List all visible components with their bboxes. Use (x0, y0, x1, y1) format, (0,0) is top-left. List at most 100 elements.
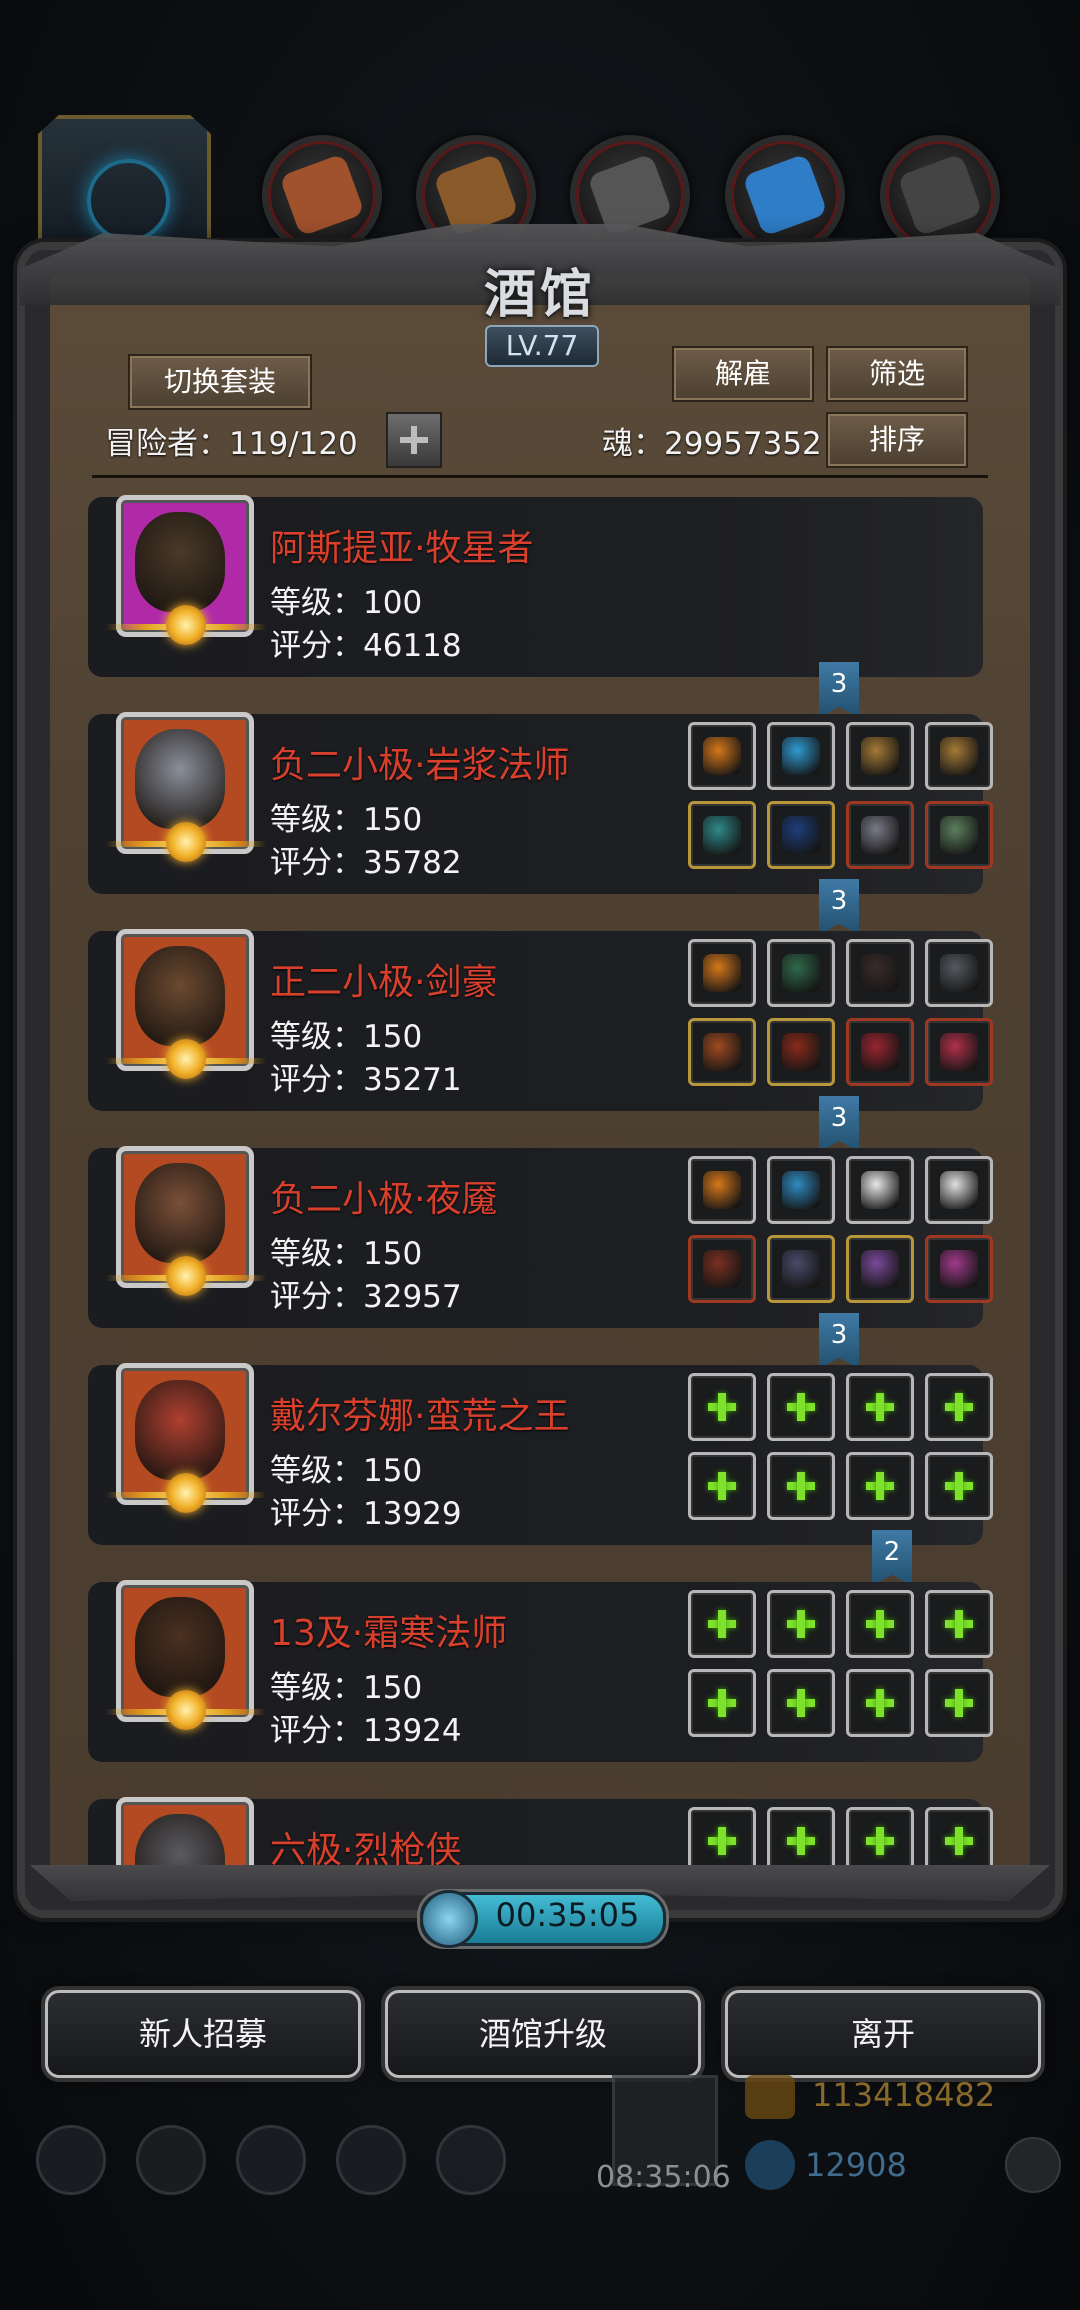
adventurer-level: 等级：150 (270, 1019, 423, 1055)
recruit-button[interactable]: 新人招募 (45, 1990, 361, 2078)
equipment-slot[interactable] (688, 722, 756, 790)
dismiss-button[interactable]: 解雇 (672, 346, 814, 402)
expand-capacity-button[interactable] (386, 412, 442, 468)
set-count-ribbon: 3 (819, 1313, 859, 1369)
empty-slot-add-button[interactable] (767, 1590, 835, 1658)
equipment-item-icon (940, 954, 978, 992)
equipment-slot[interactable] (846, 722, 914, 790)
empty-slot-add-button[interactable] (925, 1590, 993, 1658)
adventurer-name: 负二小极·夜魇 (270, 1179, 498, 1220)
equipment-slot[interactable] (688, 1156, 756, 1224)
equipment-item-icon (782, 954, 820, 992)
plus-icon (866, 1827, 894, 1855)
equipment-item-icon (782, 737, 820, 775)
adventurer-list[interactable]: 阿斯提亚·牧星者 等级：100 评分：46118 3 负二小极·岩浆法师 等级：150 评分… (60, 480, 1015, 1865)
equipment-slot[interactable] (846, 1235, 914, 1303)
adventurer-card[interactable]: 戴尔芬娜·蛮荒之王 等级：150 评分：13929 (88, 1363, 993, 1545)
empty-slot-add-button[interactable] (688, 1590, 756, 1658)
equipment-slot[interactable] (925, 939, 993, 1007)
equipment-slot[interactable] (767, 1235, 835, 1303)
equipment-slot[interactable] (846, 1018, 914, 1086)
adventurer-card[interactable]: 负二小极·夜魇 等级：150 评分：32957 (88, 1146, 993, 1328)
equipment-slot[interactable] (767, 1156, 835, 1224)
settings-icon[interactable] (36, 2125, 106, 2195)
achievement-icon[interactable] (136, 2125, 206, 2195)
plus-icon (945, 1827, 973, 1855)
equipment-slot[interactable] (688, 801, 756, 869)
equipment-slot[interactable] (688, 1235, 756, 1303)
empty-slot-add-button[interactable] (846, 1669, 914, 1737)
equipment-slots (688, 1590, 993, 1750)
plus-icon (787, 1827, 815, 1855)
empty-slot-add-button[interactable] (846, 1452, 914, 1520)
equipment-item-icon (703, 954, 741, 992)
category-tab-4[interactable] (725, 135, 845, 255)
empty-slot-add-button[interactable] (846, 1590, 914, 1658)
castle-icon[interactable] (236, 2125, 306, 2195)
empty-slot-add-button[interactable] (688, 1807, 756, 1865)
adventurer-score: 评分：35782 (270, 845, 462, 881)
leave-button[interactable]: 离开 (725, 1990, 1041, 2078)
adventurer-level: 等级：150 (270, 802, 423, 838)
adventurer-card[interactable]: 阿斯提亚·牧星者 等级：100 评分：46118 (88, 495, 983, 677)
adventurer-card[interactable]: 正二小极·剑豪 等级：150 评分：35271 (88, 929, 993, 1111)
empty-slot-add-button[interactable] (846, 1807, 914, 1865)
plus-icon (945, 1393, 973, 1421)
plus-icon (708, 1393, 736, 1421)
plus-icon (708, 1472, 736, 1500)
adventurer-portrait[interactable] (116, 1797, 254, 1865)
empty-slot-add-button[interactable] (767, 1452, 835, 1520)
empty-slot-add-button[interactable] (767, 1669, 835, 1737)
adventurer-card[interactable]: 负二小极·岩浆法师 等级：150 评分：35782 (88, 712, 993, 894)
mail-icon[interactable] (336, 2125, 406, 2195)
empty-slot-add-button[interactable] (767, 1373, 835, 1441)
empty-slot-add-button[interactable] (925, 1669, 993, 1737)
empty-slot-add-button[interactable] (925, 1452, 993, 1520)
equipment-item-icon (782, 816, 820, 854)
equipment-slots (688, 1156, 993, 1316)
adventurer-card[interactable]: 13及·霜寒法师 等级：150 评分：13924 (88, 1580, 993, 1762)
adventurer-level: 等级：100 (270, 585, 423, 621)
empty-slot-add-button[interactable] (688, 1452, 756, 1520)
plus-icon (787, 1472, 815, 1500)
equipment-slot[interactable] (925, 801, 993, 869)
adventurer-face (135, 512, 225, 612)
equipment-slot[interactable] (767, 801, 835, 869)
adventurer-face (135, 946, 225, 1046)
equipment-slot[interactable] (925, 1235, 993, 1303)
adventurer-score: 评分：35271 (270, 1062, 462, 1098)
switch-set-button[interactable]: 切换套装 (128, 354, 312, 410)
empty-slot-add-button[interactable] (925, 1373, 993, 1441)
empty-slot-add-button[interactable] (767, 1807, 835, 1865)
category-tab-1[interactable] (262, 135, 382, 255)
empty-slot-add-button[interactable] (846, 1373, 914, 1441)
equipment-slot[interactable] (767, 1018, 835, 1086)
equipment-slot[interactable] (688, 939, 756, 1007)
equipment-slot[interactable] (925, 722, 993, 790)
empty-slot-add-button[interactable] (925, 1807, 993, 1865)
set-count-ribbon: 3 (819, 1096, 859, 1152)
empty-slot-add-button[interactable] (688, 1373, 756, 1441)
equipment-slot[interactable] (925, 1156, 993, 1224)
equipment-item-icon (703, 816, 741, 854)
set-count-ribbon: 3 (819, 879, 859, 935)
equipment-slot[interactable] (846, 801, 914, 869)
equipment-slot[interactable] (688, 1018, 756, 1086)
adventurer-name: 阿斯提亚·牧星者 (270, 528, 534, 569)
filter-button[interactable]: 筛选 (826, 346, 968, 402)
equipment-slot[interactable] (767, 939, 835, 1007)
equipment-item-icon (782, 1033, 820, 1071)
equipment-slot[interactable] (925, 1018, 993, 1086)
rank-emblem-icon (106, 605, 266, 645)
inventory-icon[interactable] (436, 2125, 506, 2195)
equipment-item-icon (940, 816, 978, 854)
equipment-slot[interactable] (846, 939, 914, 1007)
empty-slot-add-button[interactable] (688, 1669, 756, 1737)
upgrade-tavern-button[interactable]: 酒馆升级 (385, 1990, 701, 2078)
leather-armor-icon (279, 153, 365, 237)
adventurer-card[interactable]: 六极·烈枪侠 (88, 1797, 993, 1865)
sort-button[interactable]: 排序 (826, 412, 968, 468)
equipment-slot[interactable] (846, 1156, 914, 1224)
add-gems-button[interactable] (1005, 2137, 1061, 2193)
equipment-slot[interactable] (767, 722, 835, 790)
